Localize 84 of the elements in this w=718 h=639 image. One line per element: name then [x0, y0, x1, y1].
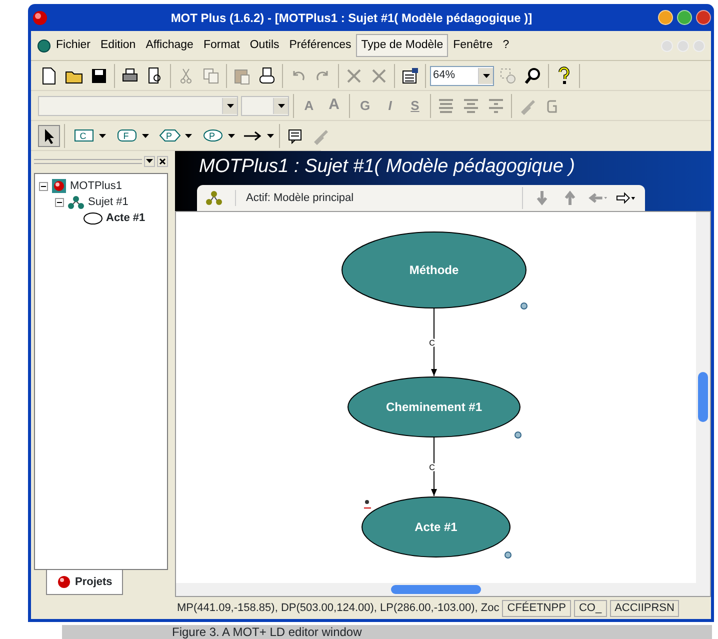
- close-button[interactable]: [157, 156, 168, 166]
- menu-item[interactable]: ?: [498, 34, 514, 58]
- link-handle[interactable]: [520, 302, 528, 310]
- tree-item[interactable]: Sujet #1: [88, 194, 128, 210]
- caret-icon[interactable]: [98, 134, 106, 138]
- projects-tab[interactable]: Projets: [46, 570, 124, 595]
- status-field: CFÉETNPP: [502, 600, 571, 616]
- copy-icon: [201, 66, 221, 86]
- caret-icon[interactable]: [482, 74, 490, 78]
- window-title: MOT Plus (1.6.2) - [MOTPlus1 : Sujet #1( Modèle pédagogique )]: [170, 10, 534, 26]
- node-label: Cheminement #1: [386, 400, 482, 414]
- link-handle[interactable]: [504, 552, 512, 558]
- status-coordinates: MP(441.09,-158.85), DP(503.00,124.00), LP(286.00,-103.00), Zoc: [177, 600, 500, 616]
- scroll-thumb[interactable]: [391, 585, 481, 594]
- tab-label: Actif: Modèle principal: [235, 190, 514, 206]
- forward-arrow-icon: [616, 190, 636, 206]
- status-field: ACCIIPRSN: [610, 600, 680, 616]
- menu-item[interactable]: Fenêtre: [448, 34, 498, 58]
- link-handle[interactable]: [514, 432, 522, 438]
- procedure-node[interactable]: [362, 496, 510, 558]
- project-icon: [51, 178, 67, 194]
- document-title: MOTPlus1 : Sujet #1( Modèle pédagogique ): [198, 155, 576, 179]
- menu-item[interactable]: Fichier: [51, 34, 96, 58]
- panel-menu-button[interactable]: [144, 156, 155, 166]
- menu-item[interactable]: Format: [198, 34, 245, 58]
- hierarchy-icon: [67, 195, 85, 209]
- comment-icon: [287, 128, 303, 144]
- panel-grip[interactable]: [34, 158, 142, 164]
- minimize-button[interactable]: [658, 10, 673, 25]
- caret-icon[interactable]: [228, 134, 234, 138]
- align-left-icon: [437, 98, 455, 114]
- zoom-combo[interactable]: 64%: [430, 66, 494, 86]
- document-icon: [37, 38, 51, 52]
- down-arrow-icon: [536, 190, 548, 206]
- group-icon: [545, 98, 559, 114]
- scroll-thumb[interactable]: [698, 372, 708, 422]
- properties-icon: [400, 66, 420, 86]
- node-label: Acte #1: [414, 520, 458, 534]
- caret-icon[interactable]: [146, 159, 153, 163]
- arrow-icon: [242, 130, 262, 142]
- procedure-node[interactable]: [348, 376, 520, 438]
- app-icon: [31, 8, 49, 26]
- project-icon: [57, 574, 71, 589]
- close-icon: [159, 158, 166, 164]
- expand-toggle[interactable]: [55, 198, 64, 206]
- back-arrow-icon: [588, 190, 608, 206]
- menu-item[interactable]: Préférences: [284, 34, 356, 58]
- tab-label: Projets: [75, 574, 112, 590]
- menu-item[interactable]: Edition: [96, 34, 141, 58]
- oval-tool[interactable]: P: [198, 124, 238, 146]
- caret-icon[interactable]: [226, 104, 234, 108]
- hexagon-tool[interactable]: P: [155, 124, 195, 146]
- link-arrow[interactable]: [431, 436, 437, 496]
- oval-icon: [83, 212, 103, 224]
- up-arrow-icon: [564, 190, 576, 206]
- rectangle-tool[interactable]: C: [69, 124, 109, 146]
- align-right-icon: [487, 98, 505, 114]
- status-field: CO_: [574, 600, 607, 616]
- link-arrow[interactable]: [431, 308, 437, 376]
- menu-item[interactable]: Type de Modèle: [356, 34, 448, 58]
- procedure-node[interactable]: [342, 232, 526, 308]
- node-label: Méthode: [409, 263, 459, 277]
- zoom-icon: [523, 66, 543, 86]
- model-tab[interactable]: Actif: Modèle principal: [197, 185, 645, 211]
- caret-icon[interactable]: [266, 134, 274, 138]
- tree-item[interactable]: Acte #1: [106, 210, 146, 226]
- menu-item[interactable]: Outils: [244, 34, 284, 58]
- align-center-icon: [462, 98, 480, 114]
- pointer-tool[interactable]: [38, 124, 60, 146]
- rounded-rectangle-tool[interactable]: F: [112, 124, 152, 146]
- stamp-icon: [257, 66, 277, 86]
- tree-item[interactable]: MOTPlus1: [70, 178, 122, 194]
- pointer-icon: [42, 128, 56, 144]
- horizontal-scrollbar[interactable]: [176, 583, 696, 596]
- expand-toggle[interactable]: [39, 182, 48, 190]
- caret-icon[interactable]: [278, 104, 284, 108]
- menu-item[interactable]: Affichage: [140, 34, 198, 58]
- caret-icon[interactable]: [142, 134, 148, 138]
- vertical-scrollbar[interactable]: [696, 212, 710, 596]
- hierarchy-icon: [205, 190, 223, 206]
- caret-icon[interactable]: [184, 134, 192, 138]
- maximize-button[interactable]: [677, 10, 692, 25]
- zoom-area-icon: [498, 66, 518, 86]
- figure-caption: Figure 3. A MOT+ LD editor window: [62, 625, 712, 639]
